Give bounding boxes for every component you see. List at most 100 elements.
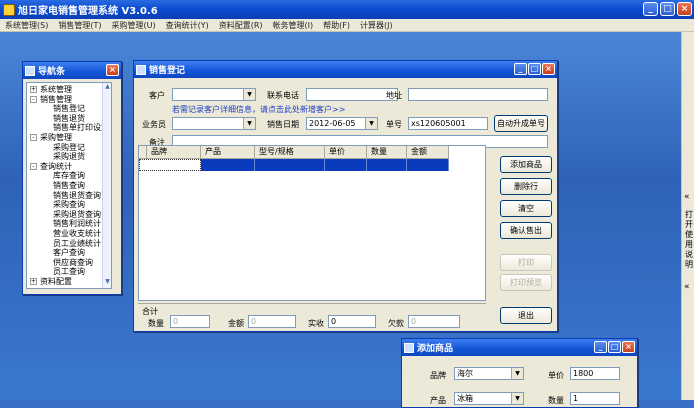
phone-input[interactable] xyxy=(306,88,398,101)
print-preview-button[interactable]: 打印预览 xyxy=(500,274,552,291)
sales-window-title-bar[interactable]: 销售登记 _ □ × xyxy=(134,61,557,78)
tree-item[interactable]: 客户查询 xyxy=(53,248,85,257)
table-cell[interactable] xyxy=(407,159,449,171)
tree-item[interactable]: 销售查询 xyxy=(53,181,85,190)
expand-icon[interactable]: + xyxy=(30,278,37,285)
table-cell[interactable] xyxy=(201,159,255,171)
paid-input[interactable]: 0 xyxy=(328,315,376,328)
minimize-button[interactable]: _ xyxy=(514,63,527,75)
confirm-sale-button[interactable]: 确认售出 xyxy=(500,222,552,239)
add-product-title-bar[interactable]: 添加商品 _ □ × xyxy=(402,339,637,356)
menu-accounts[interactable]: 帐务管理(I) xyxy=(268,20,319,31)
menu-system[interactable]: 系统管理(S) xyxy=(0,20,53,31)
tree-item[interactable]: 采购退货 xyxy=(53,152,85,161)
print-button[interactable]: 打印 xyxy=(500,254,552,271)
app-title: 旭日家电销售管理系统 V3.0.6 xyxy=(18,6,158,17)
table-row[interactable] xyxy=(139,159,449,171)
close-button[interactable]: × xyxy=(622,341,635,353)
tree-item[interactable]: 销售登记 xyxy=(53,104,85,113)
sales-grid[interactable]: 品牌 产品 型号/规格 单价 数量 金额 xyxy=(138,145,486,301)
sales-date-picker[interactable]: 2012-06-05 ▼ xyxy=(306,117,378,130)
menu-purchase[interactable]: 采购管理(U) xyxy=(106,20,160,31)
menu-help[interactable]: 帮助(F) xyxy=(318,20,355,31)
menu-query[interactable]: 查询统计(Y) xyxy=(161,20,214,31)
clear-button[interactable]: 清空 xyxy=(500,200,552,217)
table-cell[interactable] xyxy=(367,159,407,171)
exit-button[interactable]: 退出 xyxy=(500,307,552,324)
minimize-button[interactable]: _ xyxy=(643,2,658,16)
open-manual-label[interactable]: 打开使用说明 xyxy=(684,210,694,270)
tree-item[interactable]: 供应商查询 xyxy=(53,258,93,267)
brand-label: 品牌 xyxy=(430,371,446,380)
qty-input[interactable]: 1 xyxy=(570,392,620,405)
nav-window-title: 导航条 xyxy=(38,67,66,77)
table-cell[interactable] xyxy=(139,159,201,171)
tree-item[interactable]: + 资料配置 xyxy=(30,277,72,286)
tree-item[interactable]: 采购查询 xyxy=(53,200,85,209)
tree-item[interactable]: 销售利润统计 xyxy=(53,219,101,228)
tree-item[interactable]: - 采购管理 xyxy=(30,133,72,142)
tree-item-label: 供应商查询 xyxy=(53,257,93,267)
minimize-button[interactable]: _ xyxy=(594,341,607,353)
nav-window-title-bar[interactable]: 导航条 × xyxy=(23,62,121,79)
column-header[interactable]: 金额 xyxy=(407,146,449,159)
tree-item[interactable]: 库存查询 xyxy=(53,171,85,180)
collapse-icon[interactable]: - xyxy=(30,95,37,103)
add-customer-link[interactable]: 若需记录客户详细信息，请点击此处新增客户>> xyxy=(172,104,345,115)
product-select[interactable]: 冰箱 ▼ xyxy=(454,392,524,405)
tree-item[interactable]: 采购登记 xyxy=(53,143,85,152)
scroll-down-icon[interactable]: ▼ xyxy=(103,278,111,288)
brand-select[interactable]: 海尔 ▼ xyxy=(454,367,524,380)
tree-scrollbar[interactable]: ▲ ▼ xyxy=(102,83,111,288)
add-product-button[interactable]: 添加商品 xyxy=(500,156,552,173)
maximize-button[interactable]: □ xyxy=(528,63,541,75)
salesman-select[interactable]: ▼ xyxy=(172,117,256,130)
close-button[interactable]: × xyxy=(677,2,692,16)
tree-item-label: 销售退货 xyxy=(53,113,85,123)
column-header[interactable]: 单价 xyxy=(325,146,367,159)
order-number-label: 单号 xyxy=(386,120,402,129)
tree-item[interactable]: 销售退货查询 xyxy=(53,191,101,200)
column-header[interactable]: 型号/规格 xyxy=(255,146,325,159)
maximize-button[interactable]: □ xyxy=(660,2,675,16)
app-title-bar[interactable]: 旭日家电销售管理系统 V3.0.6 _ □ × xyxy=(0,0,694,19)
collapse-icon[interactable]: - xyxy=(30,162,37,170)
nav-tree: + 系统管理 - 销售管理 销售登记 销售退货 销售单打印设置 - 采购管理 采购登记 采购退货 - 查… xyxy=(26,82,112,289)
tree-item[interactable]: 员工业绩统计 xyxy=(53,239,101,248)
maximize-button[interactable]: □ xyxy=(608,341,621,353)
menu-calculator[interactable]: 计算器(J) xyxy=(355,20,398,31)
tree-item-label: 销售登记 xyxy=(53,104,85,114)
collapse-arrow-icon[interactable]: « xyxy=(684,282,690,292)
tree-item[interactable]: - 查询统计 xyxy=(30,162,72,171)
tree-item[interactable]: - 销售管理 xyxy=(30,95,72,104)
address-input[interactable] xyxy=(408,88,548,101)
tree-item-label: 员工查询 xyxy=(53,267,85,277)
column-header[interactable]: 品牌 xyxy=(147,146,201,159)
menu-sales[interactable]: 销售管理(T) xyxy=(53,20,106,31)
expand-icon[interactable]: + xyxy=(30,86,37,93)
close-button[interactable]: × xyxy=(106,64,119,76)
tree-item[interactable]: + 系统管理 xyxy=(30,85,72,94)
scroll-up-icon[interactable]: ▲ xyxy=(103,83,111,93)
total-qty-field: 0 xyxy=(170,315,210,328)
tree-item[interactable]: 采购退货查询 xyxy=(53,210,101,219)
column-header[interactable]: 数量 xyxy=(367,146,407,159)
customer-select[interactable]: ▼ xyxy=(172,88,256,101)
close-button[interactable]: × xyxy=(542,63,555,75)
tree-item[interactable]: 销售退货 xyxy=(53,114,85,123)
order-number-input[interactable]: xs120605001 xyxy=(408,117,488,130)
delete-row-button[interactable]: 删除行 xyxy=(500,178,552,195)
help-side-panel[interactable]: « 打开使用说明 « xyxy=(681,32,694,400)
tree-item[interactable]: 销售单打印设置 xyxy=(53,123,109,132)
tree-item[interactable]: 员工查询 xyxy=(53,267,85,276)
table-cell[interactable] xyxy=(325,159,367,171)
add-product-window: 添加商品 _ □ × 品牌 海尔 ▼ 单价 1800 产品 冰箱 ▼ 数量 1 xyxy=(401,338,638,408)
menu-config[interactable]: 资料配置(R) xyxy=(214,20,268,31)
price-input[interactable]: 1800 xyxy=(570,367,620,380)
auto-order-number-button[interactable]: 自动升成单号 xyxy=(494,115,548,132)
column-header[interactable]: 产品 xyxy=(201,146,255,159)
table-cell[interactable] xyxy=(255,159,325,171)
collapse-arrow-icon[interactable]: « xyxy=(684,192,690,202)
tree-item[interactable]: 营业收支统计 xyxy=(53,229,101,238)
collapse-icon[interactable]: - xyxy=(30,134,37,141)
